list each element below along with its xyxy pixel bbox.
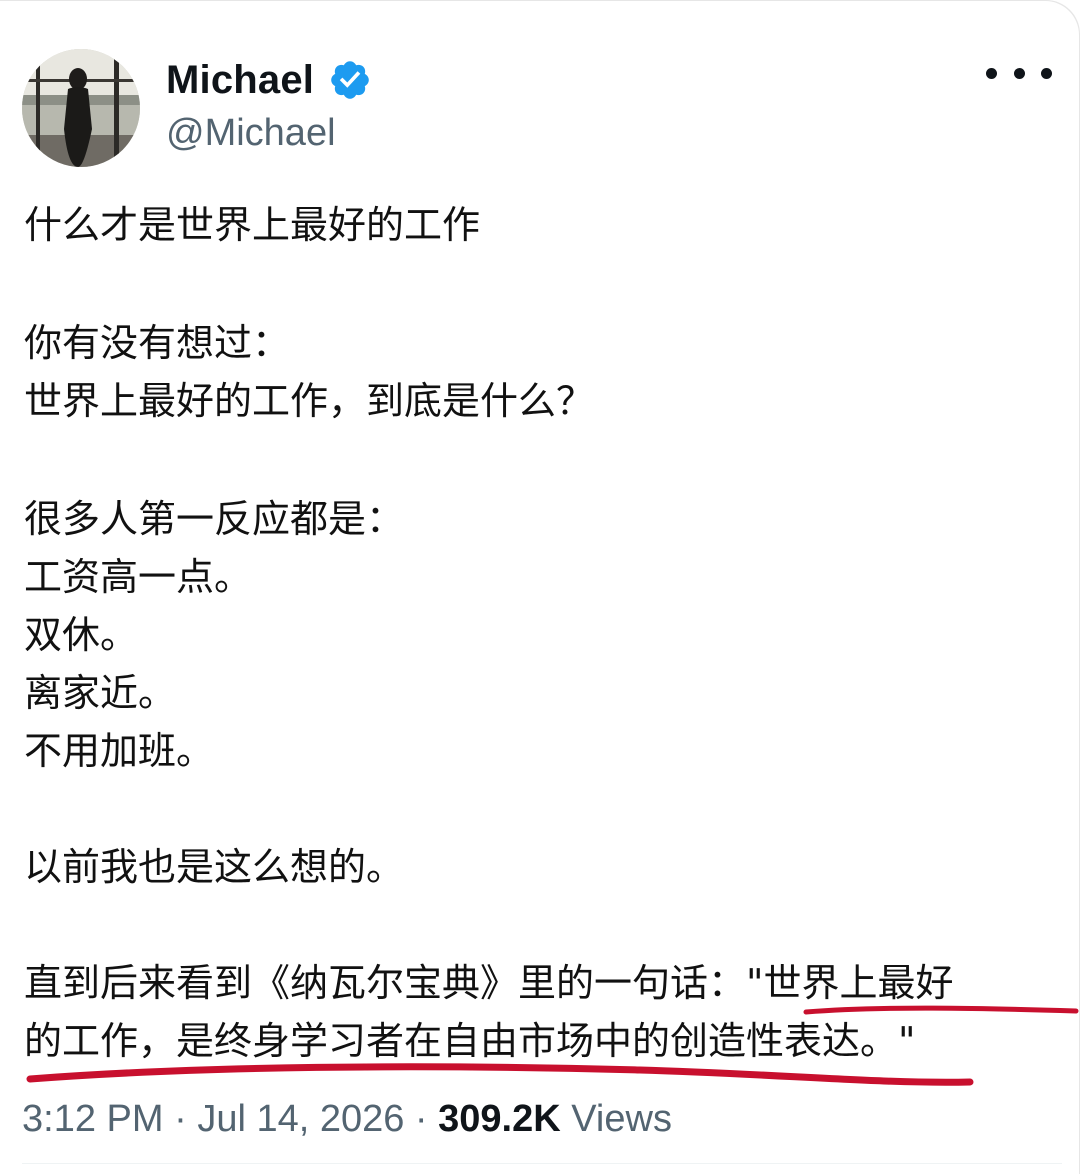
tweet-line: 不用加班。 (24, 729, 215, 773)
divider (22, 1163, 1062, 1164)
verified-badge-icon (328, 58, 372, 102)
more-dot (1013, 67, 1025, 79)
tweet-line-quote-end: 的工作，是终身学习者在自由市场中的创造性表达。" (24, 1019, 916, 1063)
tweet-line: 工资高一点。 (24, 555, 253, 599)
tweet-line: 世界上最好的工作，到底是什么？ (24, 379, 595, 423)
tweet-card: Michael @Michael 什么才是世界上最好的工作 你有没有想过： 世界… (0, 0, 1080, 1174)
avatar-photo (22, 49, 140, 167)
tweet-line: 很多人第一反应都是： (24, 497, 405, 541)
tweet-line: 以前我也是这么想的。 (24, 845, 405, 889)
more-dot (1041, 67, 1052, 79)
author-display-name[interactable]: Michael (166, 58, 314, 103)
tweet-meta: 3:12 PM · Jul 14, 2026 · 309.2K Views (22, 1098, 672, 1141)
author-name-row: Michael (166, 52, 372, 108)
more-dot (986, 67, 997, 79)
tweet-date[interactable]: Jul 14, 2026 (197, 1098, 404, 1140)
tweet-line-quote-start: 直到后来看到《纳瓦尔宝典》里的一句话："世界上最好 (24, 961, 954, 1005)
tweet-line-title: 什么才是世界上最好的工作 (24, 203, 481, 247)
meta-separator: · (163, 1098, 198, 1140)
author-handle[interactable]: @Michael (166, 112, 336, 155)
author-avatar[interactable] (22, 49, 140, 167)
tweet-time[interactable]: 3:12 PM (22, 1098, 164, 1140)
tweet-line: 离家近。 (24, 671, 177, 715)
views-count[interactable]: 309.2K (438, 1098, 561, 1140)
views-label: Views (560, 1098, 672, 1140)
tweet-line: 你有没有想过： (24, 321, 291, 365)
meta-separator: · (404, 1098, 439, 1140)
more-options-icon[interactable] (986, 58, 1052, 88)
tweet-line: 双休。 (24, 613, 139, 657)
